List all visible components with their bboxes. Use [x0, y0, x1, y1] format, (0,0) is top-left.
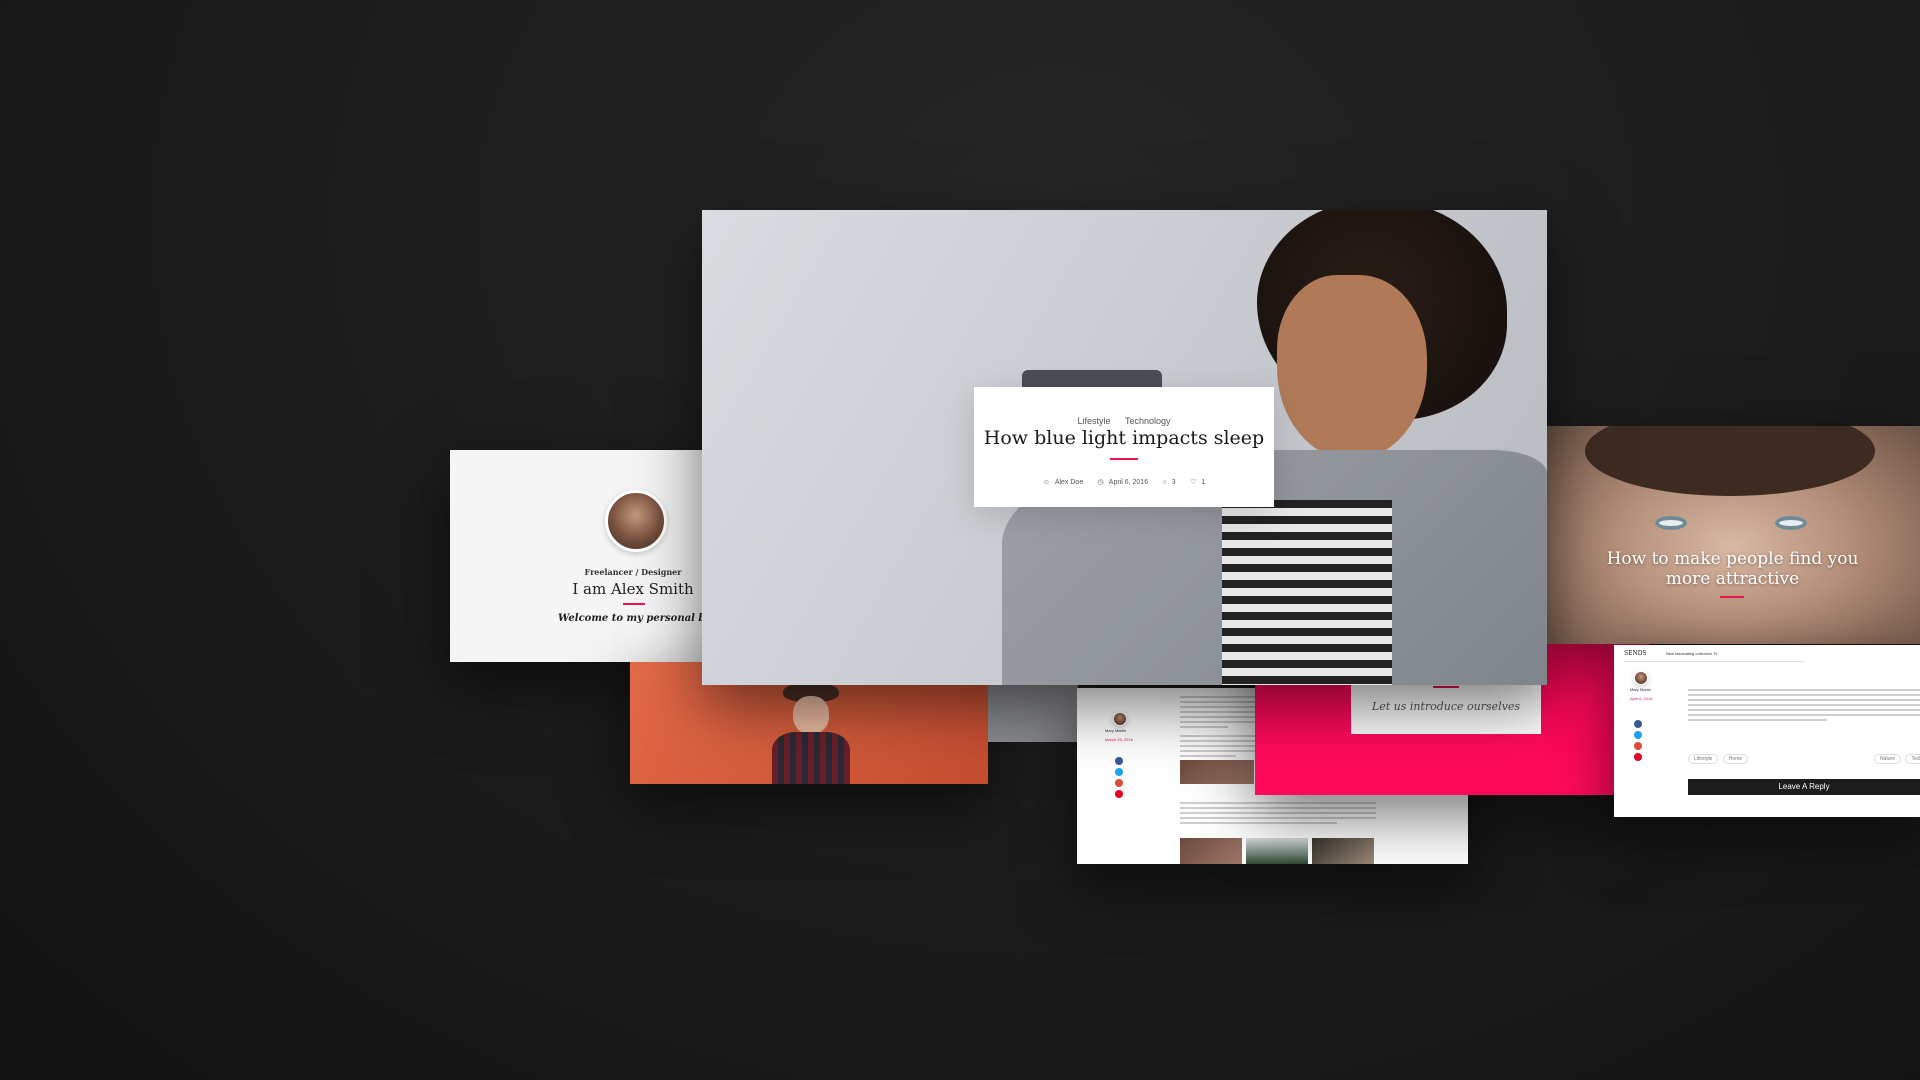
site-logo[interactable]: SENDS [1624, 650, 1647, 657]
hair-shape [1585, 426, 1875, 496]
doc-author-avatar [1113, 712, 1127, 726]
doc-text-block-1 [1180, 696, 1260, 760]
twitter-icon[interactable] [1634, 731, 1642, 739]
doc-photo-3 [1246, 838, 1308, 864]
doc-date: March 29, 2016 [1105, 737, 1133, 742]
pill-nature[interactable]: Nature [1874, 754, 1902, 764]
face-shape [793, 696, 829, 734]
heart-icon[interactable]: ♡ [1190, 479, 1196, 486]
shirt-shape [1222, 500, 1392, 685]
google-plus-icon[interactable] [1634, 742, 1642, 750]
clock-icon: ◷ [1097, 479, 1104, 486]
right-document: SENDS New fascinating collection 'N' Mar… [1614, 645, 1920, 817]
post-author[interactable]: Alex Doe [1055, 479, 1083, 486]
comment-count: 3 [1171, 479, 1176, 486]
nav-underline [1624, 661, 1804, 662]
doc-text-block-2 [1180, 802, 1376, 827]
user-icon: ☺ [1042, 479, 1050, 486]
face-shape [1277, 275, 1427, 460]
featured-post-card[interactable]: Lifestyle Technology How blue light impa… [974, 387, 1274, 507]
facebook-icon[interactable] [1634, 720, 1642, 728]
hero2-title-1: How to make people find you [1606, 549, 1859, 569]
post-date: April 6, 2016 [1108, 479, 1149, 486]
pill-lifestyle[interactable]: Lifestyle [1688, 754, 1719, 764]
pill-home[interactable]: Home [1722, 754, 1749, 764]
divider-line [623, 603, 645, 605]
doc-photo-4 [1312, 838, 1374, 864]
rightdoc-date: April 6, 2016 [1630, 696, 1653, 701]
rightdoc-avatar [1634, 671, 1648, 685]
welcome-text: Welcome to my personal blog pa [558, 613, 710, 624]
author-avatar [605, 490, 667, 552]
doc-photo-1 [1180, 760, 1254, 784]
main-hero: Lifestyle Technology How blue light impa… [702, 210, 1547, 685]
rightdoc-text [1688, 689, 1920, 724]
like-count: 1 [1201, 479, 1206, 486]
hero2-title-2: more attractive [1665, 569, 1800, 589]
tag-lifestyle[interactable]: Lifestyle [1077, 416, 1110, 426]
rightdoc-pills-right: Nature Technology [1874, 747, 1920, 765]
post-meta: ☺ Alex Doe ◷ April 6, 2016 ○ 3 ♡ 1 [974, 471, 1274, 489]
eye-right [1775, 516, 1807, 530]
facebook-icon[interactable] [1115, 757, 1123, 765]
eye-left [1655, 516, 1687, 530]
intro-card: Let us introduce ourselves [1351, 682, 1541, 734]
post-title[interactable]: How blue light impacts sleep [974, 427, 1274, 449]
pill-technology[interactable]: Technology [1905, 754, 1920, 764]
about-card: Freelancer / Designer I am Alex Smith We… [450, 450, 710, 662]
twitter-icon[interactable] [1115, 768, 1123, 776]
body-shape [772, 732, 850, 784]
comment-icon[interactable]: ○ [1163, 479, 1167, 486]
tag-technology[interactable]: Technology [1125, 416, 1171, 426]
pinterest-icon[interactable] [1634, 753, 1642, 761]
google-plus-icon[interactable] [1115, 779, 1123, 787]
author-name: I am Alex Smith [572, 580, 694, 598]
hero2-divider [1720, 596, 1744, 598]
pinterest-icon[interactable] [1115, 790, 1123, 798]
doc-photo-2 [1180, 838, 1242, 864]
doc-author-name: Mary Martin [1105, 728, 1127, 733]
author-role: Freelancer / Designer [584, 567, 682, 577]
rightdoc-pills-left: Lifestyle Home [1688, 747, 1749, 765]
nav-menu-text[interactable]: New fascinating collection 'N' [1666, 651, 1718, 656]
intro-text: Let us introduce ourselves [1371, 700, 1521, 713]
attractive-hero: How to make people find you more attract… [1545, 426, 1920, 644]
post-divider [1110, 458, 1138, 460]
intro-divider [1433, 686, 1459, 688]
leave-reply-button[interactable]: Leave A Reply [1688, 779, 1920, 795]
rightdoc-author: Mary Martin [1630, 687, 1652, 692]
